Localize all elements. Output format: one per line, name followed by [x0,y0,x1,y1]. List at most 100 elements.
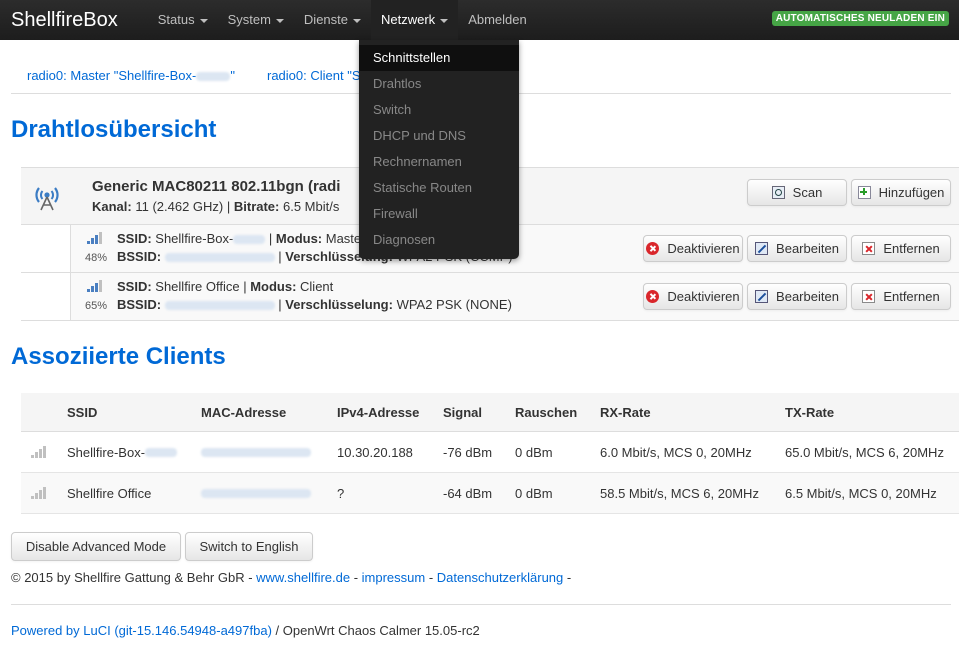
tab-radio0-master-label: radio0: Master "Shellfire-Box- [27,68,197,83]
encryption-value: WPA2 PSK (NONE) [392,297,512,312]
nav-system[interactable]: System [218,0,294,40]
channel-label: Kanal: [92,199,132,214]
edit-label: Bearbeiten [776,289,839,304]
edit-button[interactable]: Bearbeiten [747,283,847,310]
mode-label: Modus: [275,231,323,246]
network-ssid-line: SSID: Shellfire-Box- | Modus: Maste [117,231,361,246]
column-header-signal: Signal [443,404,483,420]
tab-radio0-master[interactable]: radio0: Master "Shellfire-Box- " [27,68,235,83]
signal-strength-icon [87,232,103,244]
scan-icon [771,186,785,199]
deactivate-icon [646,290,660,303]
menu-item-firewall[interactable]: Firewall [359,201,519,227]
menu-item-schnittstellen[interactable]: Schnittstellen [359,45,519,71]
redacted-mac [201,488,311,498]
menu-item-diagnosen[interactable]: Diagnosen [359,227,519,253]
redacted-bssid [164,253,275,263]
redacted-bssid [164,301,275,311]
edit-icon [755,290,769,303]
menu-item-statische-routen[interactable]: Statische Routen [359,175,519,201]
redacted-text [196,72,231,82]
disable-advanced-mode-button[interactable]: Disable Advanced Mode [11,532,181,561]
chevron-down-icon [440,18,449,23]
row-indent [21,225,71,272]
chevron-down-icon [275,18,284,23]
menu-item-switch[interactable]: Switch [359,97,519,123]
copyright-line: © 2015 by Shellfire Gattung & Behr GbR -… [11,570,571,585]
add-network-button[interactable]: Hinzufügen [851,179,951,206]
remove-button[interactable]: Entfernen [851,235,951,262]
mode-value: Client [296,279,334,294]
chevron-down-icon [353,18,361,23]
redacted-text [233,235,266,245]
copyright-text: © 2015 by Shellfire Gattung & Behr GbR - [11,570,257,585]
openwrt-version: / OpenWrt Chaos Calmer 15.05-rc2 [271,623,480,638]
mode-value: Maste [322,231,362,246]
mode-label: Modus: [250,279,297,294]
top-navbar: ShellfireBox Status System Dienste Netzw… [0,0,959,40]
tab-radio0-master-quote: " [230,68,235,83]
separator: - [563,570,572,585]
nav-system-label: System [227,12,271,27]
client-ssid-text: Shellfire-Box- [67,444,146,460]
menu-item-dhcp-dns[interactable]: DHCP und DNS [359,123,519,149]
nav-abmelden[interactable]: Abmelden [458,0,537,40]
redacted-mac [201,447,311,457]
ssid-label: SSID: [117,231,152,246]
luci-link[interactable]: Powered by LuCI (git-15.146.54948-a497fb… [11,623,272,638]
brand-link[interactable]: ShellfireBox [0,9,148,32]
encryption-label: Verschlüsselung: [285,297,393,312]
client-mac [201,432,311,472]
deactivate-button[interactable]: Deaktivieren [643,283,743,310]
nav-dienste-label: Dienste [303,12,348,27]
nav-status[interactable]: Status [148,0,218,40]
remove-label: Entfernen [883,241,940,256]
remove-icon [862,290,876,303]
client-noise: 0 dBm [515,485,553,501]
client-tx-rate: 6.5 Mbit/s, MCS 0, 20MHz [785,485,937,501]
powered-by-line: Powered by LuCI (git-15.146.54948-a497fb… [11,623,480,638]
client-noise: 0 dBm [515,444,553,460]
client-ipv4: ? [337,485,345,501]
tab-radio0-client[interactable]: radio0: Client "S [267,68,361,83]
network-row: 65% SSID: Shellfire Office | Modus: Clie… [21,273,959,321]
menu-item-rechnernamen[interactable]: Rechnernamen [359,149,519,175]
nav-netzwerk[interactable]: Netzwerk [371,0,459,40]
bitrate-label: Bitrate: [233,199,280,214]
device-name: Generic MAC80211 802.11bgn (radi [92,178,341,195]
deactivate-button[interactable]: Deaktivieren [643,235,743,262]
shellfire-website-link[interactable]: www.shellfire.de [256,570,350,585]
remove-button[interactable]: Entfernen [851,283,951,310]
separator: - [350,570,362,585]
separator: | [265,231,276,246]
edit-icon [755,242,769,255]
section-title-clients: Assoziierte Clients [11,343,226,370]
switch-to-english-button[interactable]: Switch to English [185,532,313,561]
bssid-label: BSSID: [117,297,162,312]
nav-dienste[interactable]: Dienste [294,0,371,40]
menu-item-drahtlos[interactable]: Drahtlos [359,71,519,97]
table-row: Shellfire-Box- 10.30.20.188 -76 dBm 0 dB… [21,432,959,473]
deactivate-label: Deaktivieren [667,289,740,304]
scan-button-label: Scan [792,185,823,200]
impressum-link[interactable]: impressum [362,570,426,585]
bitrate-value: 6.5 Mbit/s [279,199,340,214]
scan-button[interactable]: Scan [747,179,847,206]
chevron-down-icon [199,18,208,23]
client-rx-rate: 58.5 Mbit/s, MCS 6, 20MHz [600,485,759,501]
redacted-text [145,447,178,457]
client-ssid: Shellfire-Box- [67,432,178,472]
privacy-link[interactable]: Datenschutzerklärung [437,570,563,585]
remove-label: Entfernen [883,289,940,304]
client-ssid: Shellfire Office [67,485,152,501]
auto-reload-badge[interactable]: AUTOMATISCHES NEULADEN EIN [771,11,949,26]
ssid-value: Shellfire-Box- [151,231,234,246]
edit-button[interactable]: Bearbeiten [747,235,847,262]
signal-strength-icon [31,446,47,458]
signal-percent: 48% [85,252,108,264]
add-icon [857,186,871,199]
clients-table: SSID MAC-Adresse IPv4-Adresse Signal Rau… [21,393,959,514]
client-signal: -64 dBm [443,485,493,501]
channel-value: 11 (2.462 GHz) | [131,199,234,214]
network-bssid-line: BSSID: | Verschlüsselung: WPA2 PSK (NONE… [117,297,512,312]
